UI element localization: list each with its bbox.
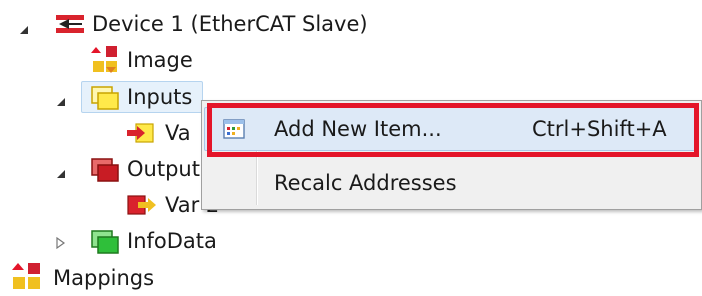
outputs-folder-icon: [91, 158, 119, 182]
mappings-label: Mappings: [53, 265, 155, 290]
tree-item-outputs[interactable]: Output: [127, 151, 200, 187]
infodata-folder-icon: [91, 230, 119, 254]
output-variable-icon: [127, 195, 156, 215]
expand-triangle-icon[interactable]: [54, 236, 68, 250]
inputs-label: Inputs: [127, 84, 193, 109]
tree-item-infodata[interactable]: InfoData: [127, 223, 217, 259]
collapse-triangle-icon[interactable]: [54, 95, 68, 109]
mappings-icon: [12, 263, 40, 289]
tree-item-image[interactable]: Image: [127, 42, 193, 78]
tree-item-device[interactable]: Device 1 (EtherCAT Slave): [92, 6, 368, 42]
recalc-addresses-label: Recalc Addresses: [274, 171, 457, 195]
inputs-folder-icon: [91, 86, 119, 110]
tree-item-inputs[interactable]: Inputs: [127, 79, 192, 115]
collapse-triangle-icon[interactable]: [17, 23, 31, 37]
device-label: Device 1 (EtherCAT Slave): [92, 11, 368, 36]
outputs-label: Output: [127, 156, 200, 181]
infodata-label: InfoData: [127, 228, 217, 253]
input-variable-icon: [127, 123, 154, 143]
annotation-highlight-frame: [207, 103, 699, 157]
tree-item-var1[interactable]: Va: [165, 115, 191, 151]
var1-label: Va: [165, 120, 191, 145]
collapse-triangle-icon[interactable]: [54, 167, 68, 181]
image-icon: [91, 46, 117, 73]
ethercat-device-icon: [56, 15, 84, 33]
menu-item-recalc-addresses[interactable]: Recalc Addresses: [202, 163, 701, 203]
image-label: Image: [127, 47, 193, 72]
